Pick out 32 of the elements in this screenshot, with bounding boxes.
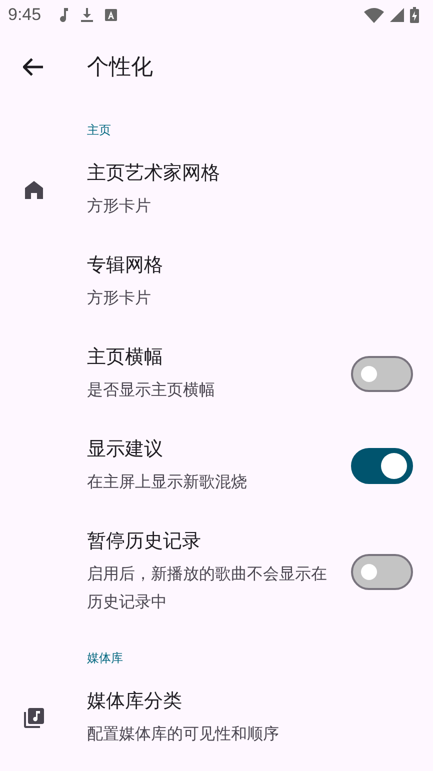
toggle-switch[interactable] (351, 448, 413, 484)
preference-item[interactable]: 主页横幅 是否显示主页横幅 (0, 328, 433, 420)
preference-item[interactable]: 专辑网格 方形卡片 (0, 236, 433, 328)
item-title: 主页横幅 (87, 345, 164, 370)
wifi-icon (364, 8, 384, 22)
item-subtitle: 是否显示主页横幅 (87, 379, 216, 401)
section-header: 主页 (86, 122, 112, 139)
text-box-icon (105, 9, 118, 21)
item-subtitle: 配置媒体库的可见性和顺序 (87, 723, 280, 745)
item-subtitle: 方形卡片 (87, 287, 152, 309)
preference-item[interactable]: 媒体库分类 配置媒体库的可见性和顺序 (0, 672, 433, 764)
toggle-switch[interactable] (351, 554, 413, 590)
item-subtitle: 方形卡片 (87, 195, 152, 217)
back-arrow-icon (23, 58, 43, 76)
toggle-switch[interactable] (351, 356, 413, 392)
item-title: 专辑网格 (87, 253, 164, 278)
music-note-icon (59, 8, 70, 22)
battery-icon (410, 7, 419, 23)
preference-item[interactable]: 暂停历史记录 启用后，新播放的歌曲不会显示在历史记录中 (0, 512, 433, 632)
preference-item[interactable]: 主页艺术家网格 方形卡片 (0, 144, 433, 236)
item-title: 显示建议 (87, 437, 164, 462)
item-title: 媒体库分类 (87, 689, 183, 714)
item-title: 主页艺术家网格 (87, 161, 221, 186)
signal-icon (390, 8, 404, 22)
page-title: 个性化 (87, 54, 153, 82)
section-header: 媒体库 (86, 650, 124, 667)
status-time: 9:45 (8, 5, 42, 25)
preference-item[interactable]: 显示建议 在主屏上显示新歌混烧 (0, 420, 433, 512)
item-title: 暂停历史记录 (87, 529, 202, 554)
item-subtitle: 在主屏上显示新歌混烧 (87, 471, 248, 493)
download-icon (81, 8, 94, 22)
item-subtitle: 启用后，新播放的歌曲不会显示在历史记录中 (87, 563, 327, 613)
